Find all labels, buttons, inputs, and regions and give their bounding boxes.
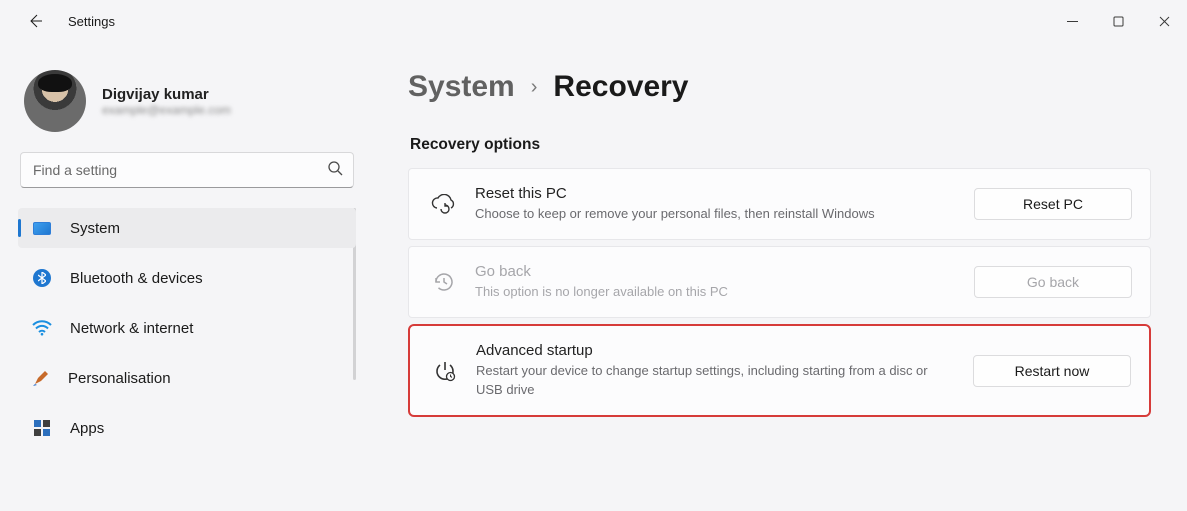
window-controls (1049, 5, 1187, 37)
back-button[interactable] (20, 6, 50, 36)
maximize-button[interactable] (1095, 5, 1141, 37)
sidebar-item-label: Bluetooth & devices (70, 270, 203, 287)
sidebar-item-label: Network & internet (70, 320, 193, 337)
search-box[interactable] (20, 152, 354, 188)
sidebar-item-apps[interactable]: Apps (18, 408, 356, 448)
close-button[interactable] (1141, 5, 1187, 37)
window-title: Settings (68, 14, 115, 29)
sidebar-item-label: System (70, 220, 120, 237)
apps-icon (32, 418, 52, 438)
bluetooth-icon (32, 268, 52, 288)
card-title: Advanced startup (476, 342, 955, 359)
card-description: Choose to keep or remove your personal f… (475, 205, 956, 223)
power-settings-icon (432, 359, 458, 383)
breadcrumb-current: Recovery (553, 70, 688, 104)
cloud-reset-icon (431, 194, 457, 214)
system-icon (32, 218, 52, 238)
sidebar: Digvijay kumar example@example.com Syste… (0, 42, 372, 511)
sidebar-item-personalisation[interactable]: Personalisation (18, 358, 356, 398)
card-description: Restart your device to change startup se… (476, 362, 955, 398)
card-reset-pc: Reset this PC Choose to keep or remove y… (408, 168, 1151, 240)
profile-name: Digvijay kumar (102, 86, 231, 103)
main-content: System › Recovery Recovery options Reset… (372, 42, 1187, 511)
search-icon (327, 160, 343, 181)
reset-pc-button[interactable]: Reset PC (974, 188, 1132, 220)
restart-now-button[interactable]: Restart now (973, 355, 1131, 387)
profile-email: example@example.com (102, 103, 231, 117)
sidebar-item-system[interactable]: System (18, 208, 356, 248)
search-input[interactable] (33, 162, 327, 178)
sidebar-item-bluetooth[interactable]: Bluetooth & devices (18, 258, 356, 298)
breadcrumb: System › Recovery (408, 70, 1151, 104)
card-title: Reset this PC (475, 185, 956, 202)
card-description: This option is no longer available on th… (475, 283, 956, 301)
sidebar-item-network[interactable]: Network & internet (18, 308, 356, 348)
sidebar-item-label: Apps (70, 420, 104, 437)
titlebar: Settings (0, 0, 1187, 42)
sidebar-item-label: Personalisation (68, 370, 171, 387)
wifi-icon (32, 318, 52, 338)
section-title: Recovery options (410, 136, 1151, 154)
go-back-button: Go back (974, 266, 1132, 298)
chevron-right-icon: › (531, 76, 538, 99)
card-go-back: Go back This option is no longer availab… (408, 246, 1151, 318)
history-icon (431, 270, 457, 294)
card-advanced-startup: Advanced startup Restart your device to … (408, 324, 1151, 416)
avatar (24, 70, 86, 132)
account-profile[interactable]: Digvijay kumar example@example.com (18, 62, 356, 150)
breadcrumb-parent[interactable]: System (408, 70, 515, 104)
nav-list: System Bluetooth & devices Network & int… (18, 208, 356, 458)
paintbrush-icon (32, 369, 50, 387)
card-title: Go back (475, 263, 956, 280)
minimize-button[interactable] (1049, 5, 1095, 37)
